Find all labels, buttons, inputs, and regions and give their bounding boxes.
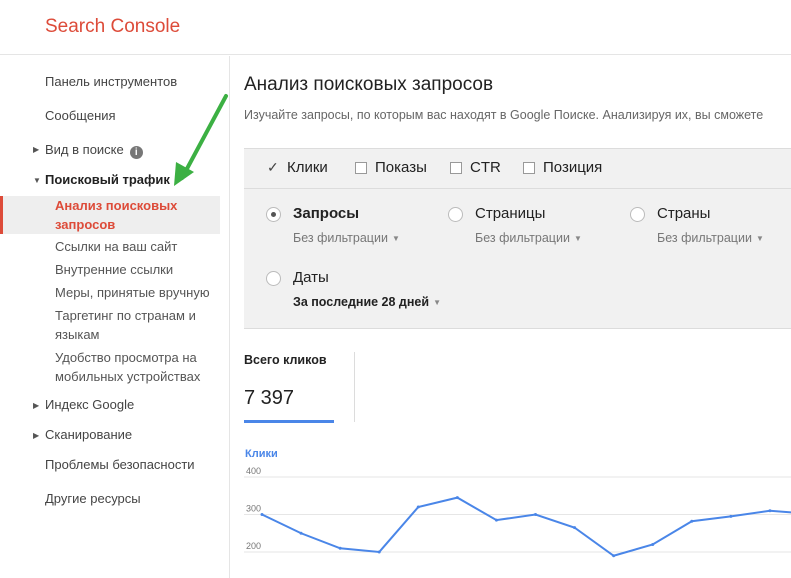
chart-title: Клики [245,448,278,460]
sidebar-item-search-analytics[interactable]: Анализ поисковых запросов [55,196,215,234]
metric-impressions-checkbox[interactable]: Показы [355,159,427,176]
sidebar-item-internal-links[interactable]: Внутренние ссылки [55,260,215,279]
sidebar-item-mobile-usability[interactable]: Удобство просмотра на мобильных устройст… [55,348,215,386]
sidebar-item-crawl[interactable]: Сканирование [45,425,132,444]
sidebar-item-search-traffic[interactable]: Поисковый трафик [45,170,170,189]
radio-empty-icon[interactable] [266,271,281,286]
data-point[interactable] [768,509,772,513]
group-countries-label: Страны [657,205,711,222]
series-line-clicks [261,496,791,557]
radio-empty-icon[interactable] [448,207,463,222]
dropdown-caret-icon: ▼ [433,298,441,307]
expand-right-icon[interactable]: ▶ [33,431,39,440]
data-point[interactable] [455,496,459,500]
group-dates-filter-dropdown[interactable]: За последние 28 дней ▼ [293,295,441,309]
data-point[interactable] [690,519,694,523]
group-dates-label: Даты [293,269,329,286]
metric-ctr-checkbox[interactable]: CTR [450,159,501,176]
sidebar-item-security-issues[interactable]: Проблемы безопасности [45,455,195,474]
sidebar-item-label: Вид в поиске [45,142,124,157]
data-point[interactable] [651,543,655,546]
filter-panel: ✓ Клики Показы CTR Позиция Запросы Без фи… [244,148,791,329]
app-logo[interactable]: Search Console [45,16,180,38]
group-dates[interactable]: Даты За последние 28 дней ▼ [266,269,486,313]
sidebar-item-messages[interactable]: Сообщения [45,106,116,125]
sidebar-item-google-index[interactable]: Индекс Google [45,395,134,414]
group-queries[interactable]: Запросы Без фильтрации ▼ [266,205,446,249]
dropdown-caret-icon: ▼ [391,234,400,243]
data-point[interactable] [534,513,537,516]
top-header: Search Console [0,0,791,55]
info-icon[interactable]: i [129,146,143,159]
dropdown-caret-icon: ▼ [573,234,582,243]
clicks-line-chart: 400 300 200 [244,466,791,558]
y-tick-label: 200 [246,541,261,551]
group-countries[interactable]: Страны Без фильтрации ▼ [630,205,790,249]
stat-divider [354,352,355,422]
y-tick-label: 400 [246,466,261,476]
sidebar-item-dashboard[interactable]: Панель инструментов [45,72,177,91]
data-point[interactable] [573,526,577,530]
expand-right-icon[interactable]: ▶ [33,145,39,154]
data-point[interactable] [377,550,381,554]
metric-position-checkbox[interactable]: Позиция [523,159,602,176]
total-clicks-label: Всего кликов [244,353,327,367]
green-arrow-annotation [174,94,228,186]
page-title: Анализ поисковых запросов [244,74,494,95]
checkbox-empty-icon [355,161,367,174]
data-point[interactable] [416,505,420,509]
checkbox-empty-icon [523,161,535,174]
data-point[interactable] [260,513,264,516]
data-point[interactable] [338,546,342,550]
sidebar-item-manual-actions[interactable]: Меры, принятые вручную [55,283,215,302]
total-clicks-indicator [244,420,334,423]
data-point[interactable] [729,514,733,518]
sidebar-item-other-resources[interactable]: Другие ресурсы [45,489,141,508]
radio-empty-icon[interactable] [630,207,645,222]
sidebar-item-international-targeting[interactable]: Таргетинг по странам и языкам [55,306,205,344]
sidebar-item-search-appearance[interactable]: Вид в поиске i [45,140,143,159]
metric-clicks-checkbox[interactable]: ✓ Клики [267,159,328,176]
group-pages-label: Страницы [475,205,546,222]
total-clicks-value: 7 397 [244,387,295,409]
group-queries-filter-dropdown[interactable]: Без фильтрации ▼ [293,231,400,245]
checkmark-icon: ✓ [267,159,279,175]
checkbox-empty-icon [450,161,462,174]
sidebar-item-links-to-site[interactable]: Ссылки на ваш сайт [55,237,215,256]
dropdown-caret-icon: ▼ [755,234,764,243]
data-point[interactable] [299,531,303,535]
collapse-down-icon[interactable]: ▼ [33,176,41,185]
metric-checkboxes: ✓ Клики Показы CTR Позиция [244,149,791,189]
group-countries-filter-dropdown[interactable]: Без фильтрации ▼ [657,231,764,245]
group-queries-label: Запросы [293,205,360,222]
radio-selected-icon[interactable] [266,207,281,222]
expand-right-icon[interactable]: ▶ [33,401,39,410]
group-pages-filter-dropdown[interactable]: Без фильтрации ▼ [475,231,582,245]
data-point[interactable] [494,518,498,522]
data-point[interactable] [612,554,616,558]
total-clicks-card[interactable]: Всего кликов 7 397 [244,352,355,424]
group-pages[interactable]: Страницы Без фильтрации ▼ [448,205,628,249]
page-description: Изучайте запросы, по которым вас находят… [244,108,764,122]
y-tick-label: 300 [246,504,261,514]
